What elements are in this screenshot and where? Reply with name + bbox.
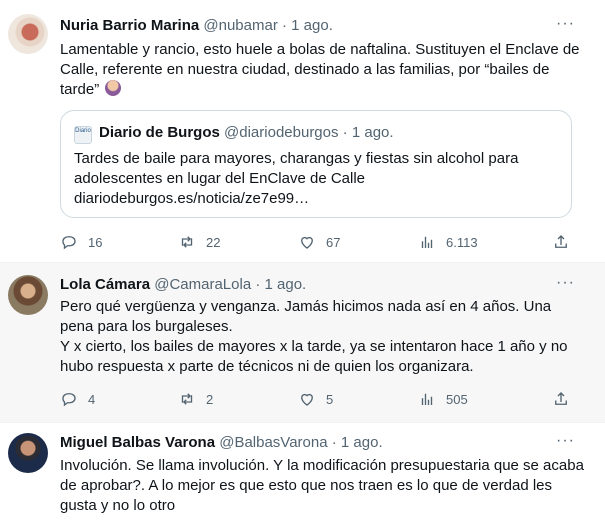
like-count: 5 [326, 391, 334, 407]
quoted-author-name: Diario de Burgos [99, 124, 220, 141]
like-count: 67 [326, 234, 341, 250]
more-dots-icon[interactable]: ··· [556, 14, 575, 34]
like-button[interactable]: 5 [298, 389, 333, 409]
reply-button[interactable]: 4 [60, 389, 95, 409]
tweet-actions: 16 22 67 6.113 [60, 232, 580, 252]
avatar[interactable] [8, 14, 48, 54]
views-bar-chart-icon [421, 236, 433, 248]
more-dots-icon[interactable]: ··· [556, 431, 575, 451]
separator-dot: · [282, 17, 287, 34]
diario-logo: Diario [74, 126, 92, 144]
person-facepalming-emoji [105, 80, 122, 96]
separator-dot: · [255, 276, 261, 293]
retweet-count: 2 [206, 391, 214, 407]
reply-icon [62, 393, 76, 407]
tweet-text: Lamentable y rancio, esto huele a bolas … [60, 40, 585, 100]
author-handle[interactable]: @nubamar [203, 17, 277, 34]
quoted-tweet-header: Diario de Burgos @diariodeburgos · 1 ago… [99, 123, 394, 143]
reply-icon [62, 236, 76, 250]
quoted-tweet-text: Tardes de baile para mayores, charangas … [74, 150, 519, 207]
share-icon [555, 392, 567, 405]
timestamp[interactable]: 1 ago. [265, 276, 307, 293]
tweet-header: Lola Cámara @CamaraLola · 1 ago. [60, 275, 306, 295]
heart-icon [301, 236, 313, 249]
quoted-author-handle: @diariodeburgos [224, 124, 339, 141]
views-count: 505 [446, 391, 468, 407]
reply-count: 16 [88, 234, 103, 250]
tweet-text: Involución. Se llama involución. Y la mo… [60, 457, 589, 514]
author-name[interactable]: Miguel Balbas Varona [60, 434, 215, 451]
retweet-icon [181, 393, 193, 405]
like-button[interactable]: 67 [298, 232, 340, 252]
share-icon [555, 235, 567, 248]
views-bar-chart-icon [421, 393, 433, 405]
tweet[interactable]: Nuria Barrio Marina @nubamar · 1 ago. ··… [0, 0, 605, 262]
share-button[interactable] [552, 389, 570, 409]
tweet-text: Pero qué vergüenza y venganza. Jamás hic… [60, 298, 568, 375]
tweet-text-content: Lamentable y rancio, esto huele a bolas … [60, 41, 584, 98]
tweet-header: Nuria Barrio Marina @nubamar · 1 ago. [60, 16, 333, 36]
views-button[interactable]: 6.113 [418, 232, 478, 252]
tweet-actions: 4 2 5 505 [60, 389, 580, 409]
author-handle[interactable]: @CamaraLola [154, 276, 251, 293]
separator-dot: · [331, 434, 337, 451]
more-dots-icon[interactable]: ··· [556, 273, 575, 293]
avatar[interactable] [8, 433, 48, 473]
reply-count: 4 [88, 391, 96, 407]
retweet-button[interactable]: 22 [178, 232, 220, 252]
quoted-timestamp: 1 ago. [351, 124, 394, 141]
separator-dot: · [342, 124, 348, 141]
tweet-header: Miguel Balbas Varona @BalbasVarona · 1 a… [60, 433, 383, 453]
heart-icon [301, 393, 313, 406]
tweet[interactable]: Lola Cámara @CamaraLola · 1 ago. ··· Per… [0, 263, 605, 422]
timestamp[interactable]: 1 ago. [341, 434, 383, 451]
share-button[interactable] [552, 232, 570, 252]
author-name[interactable]: Lola Cámara [60, 276, 150, 293]
timestamp[interactable]: 1 ago. [291, 17, 333, 34]
retweet-button[interactable]: 2 [178, 389, 213, 409]
retweet-icon [181, 236, 193, 248]
views-count: 6.113 [446, 234, 478, 250]
author-handle[interactable]: @BalbasVarona [219, 434, 327, 451]
quoted-tweet[interactable]: Diario Diario de Burgos @diariodeburgos … [60, 110, 572, 218]
reply-button[interactable]: 16 [60, 232, 102, 252]
views-button[interactable]: 505 [418, 389, 468, 409]
avatar[interactable] [8, 275, 48, 315]
tweet[interactable]: Miguel Balbas Varona @BalbasVarona · 1 a… [0, 423, 605, 528]
author-name[interactable]: Nuria Barrio Marina [60, 17, 199, 34]
retweet-count: 22 [206, 234, 221, 250]
